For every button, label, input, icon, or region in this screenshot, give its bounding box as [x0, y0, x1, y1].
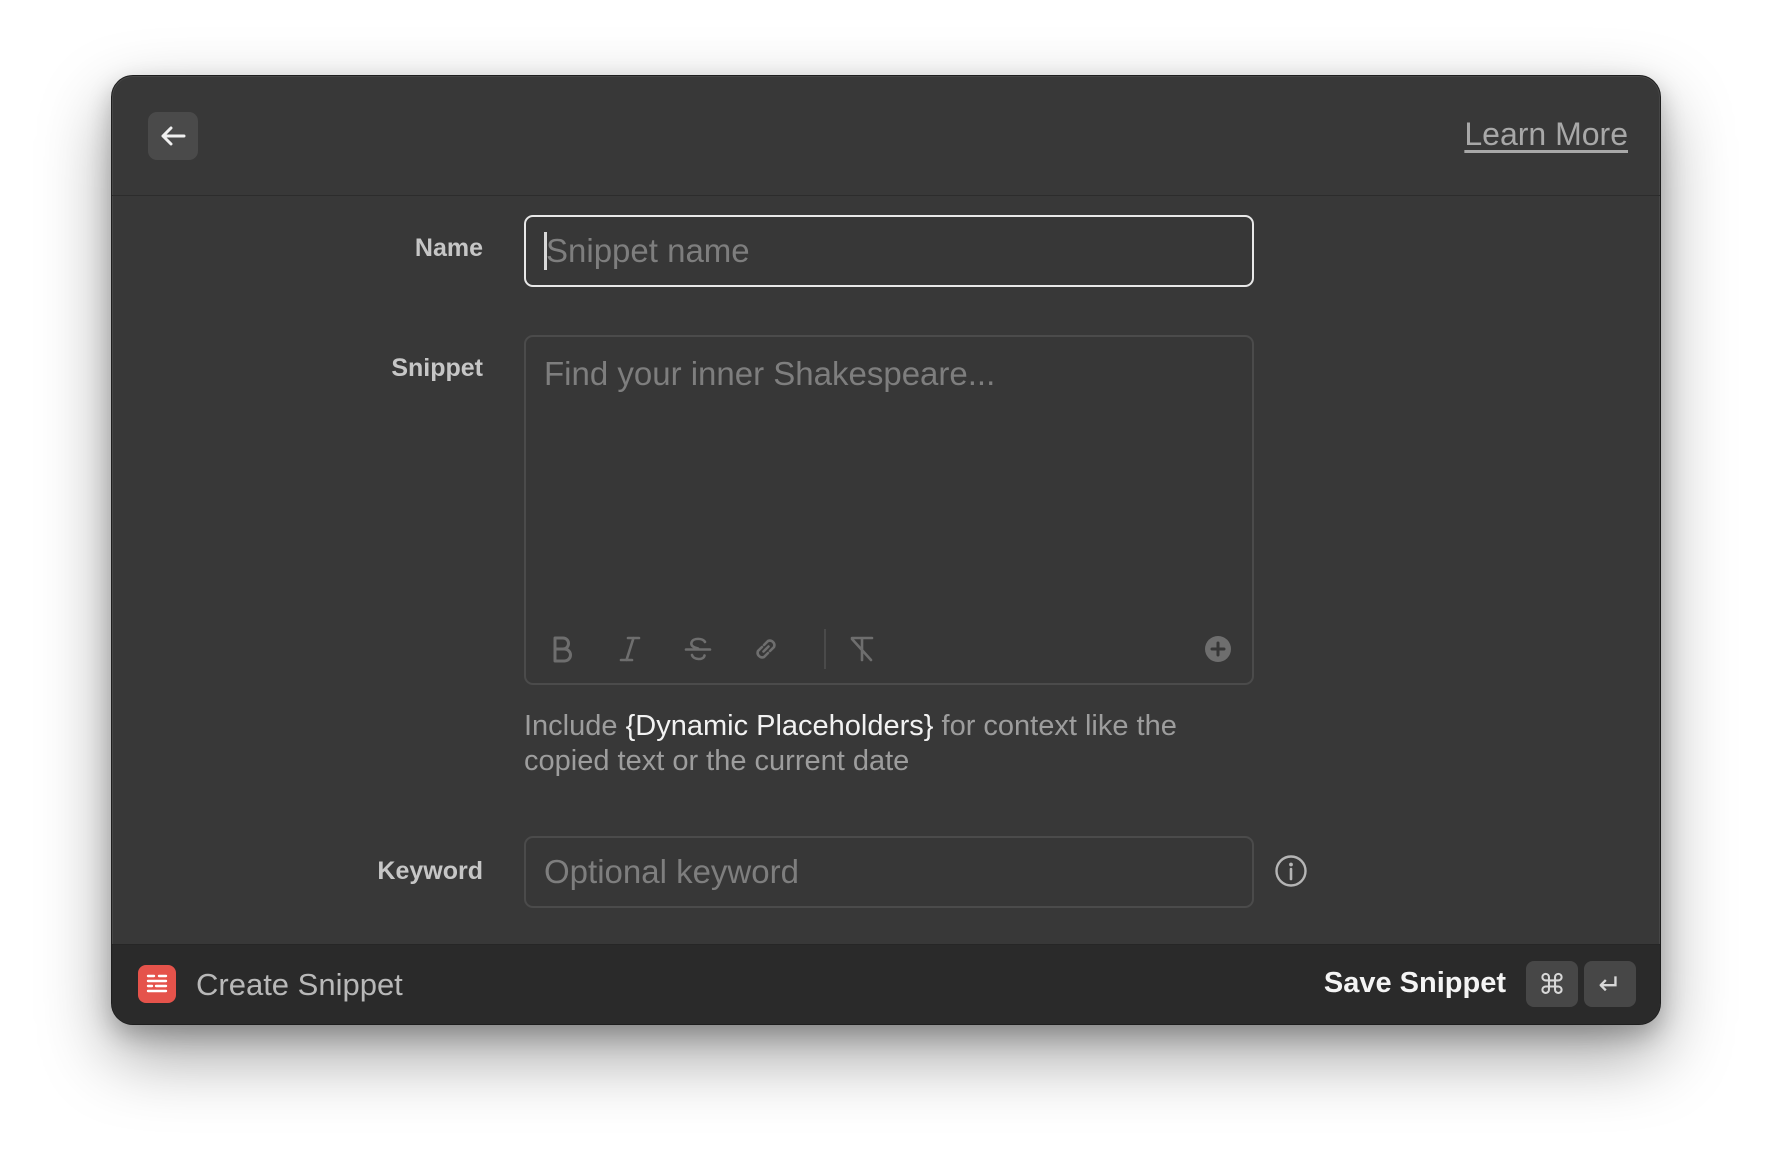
- toolbar-divider: [824, 629, 826, 669]
- keyword-placeholder: Optional keyword: [544, 853, 799, 890]
- add-placeholder-icon: [1205, 636, 1231, 662]
- arrow-left-icon: [161, 126, 186, 146]
- strikethrough-button[interactable]: [680, 629, 716, 669]
- add-placeholder-button[interactable]: [1200, 629, 1236, 669]
- action-bar: Create Snippet Save Snippet ⌘ ↵: [112, 944, 1660, 1024]
- name-label: Name: [414, 234, 483, 262]
- dynamic-placeholders-link[interactable]: {Dynamic Placeholders}: [626, 710, 934, 742]
- save-snippet-button[interactable]: Save Snippet: [1324, 967, 1506, 1000]
- learn-more-link[interactable]: Learn More: [1464, 116, 1628, 153]
- placeholder-helper-text: Include {Dynamic Placeholders} for conte…: [524, 709, 1264, 779]
- clear-format-button[interactable]: [844, 629, 880, 669]
- bold-icon: [553, 636, 572, 663]
- keyword-label: Keyword: [377, 857, 483, 885]
- bold-button[interactable]: [544, 629, 580, 669]
- info-icon[interactable]: [1274, 854, 1308, 888]
- link-button[interactable]: [748, 629, 784, 669]
- snippet-editor[interactable]: Find your inner Shakespeare...: [524, 335, 1254, 685]
- link-icon: [756, 639, 776, 659]
- create-snippet-window: Learn More Name Snippet name Snippet Fin…: [111, 75, 1661, 1025]
- snippet-placeholder: Find your inner Shakespeare...: [544, 355, 996, 392]
- header: Learn More: [112, 76, 1660, 196]
- snippet-label: Snippet: [391, 354, 483, 382]
- italic-icon: [619, 636, 641, 662]
- italic-button[interactable]: [612, 629, 648, 669]
- keyword-input[interactable]: Optional keyword: [524, 836, 1254, 908]
- footer-title: Create Snippet: [196, 967, 403, 1002]
- clear-format-icon: [850, 636, 874, 662]
- enter-key-badge: ↵: [1584, 961, 1636, 1007]
- format-toolbar: [544, 629, 1236, 669]
- name-placeholder: Snippet name: [546, 232, 750, 269]
- back-button[interactable]: [148, 112, 198, 160]
- snippets-app-icon: [138, 965, 176, 1003]
- strikethrough-icon: [684, 637, 712, 661]
- snippet-list-icon: [146, 974, 168, 993]
- helper-prefix: Include: [524, 710, 626, 742]
- name-input[interactable]: Snippet name: [524, 215, 1254, 287]
- command-key-badge: ⌘: [1526, 961, 1578, 1007]
